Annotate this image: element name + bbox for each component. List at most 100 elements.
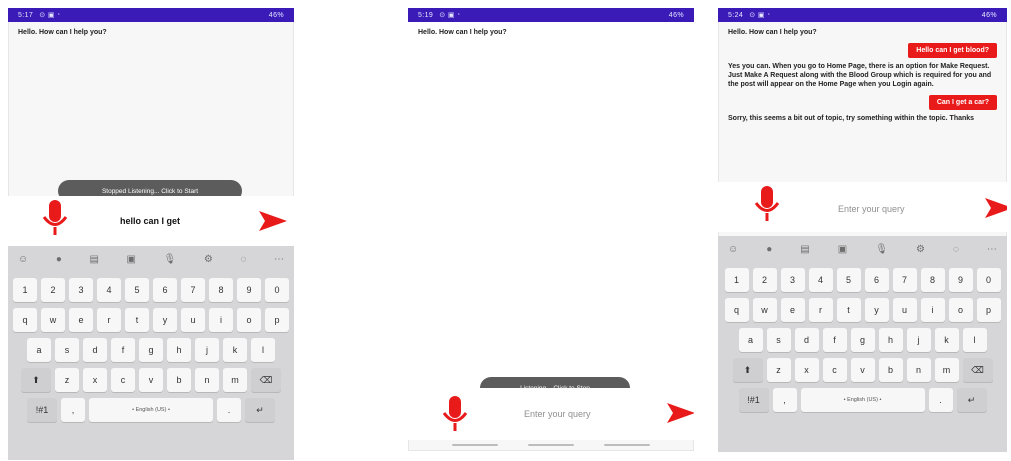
key-d[interactable]: d bbox=[794, 328, 819, 352]
mic-icon[interactable] bbox=[42, 200, 68, 238]
clipboard-icon[interactable]: ▣ bbox=[838, 244, 847, 255]
settings-icon[interactable]: ⚙ bbox=[916, 244, 925, 255]
key-e[interactable]: e bbox=[69, 308, 93, 332]
key-6[interactable]: 6 bbox=[153, 278, 177, 302]
key-v[interactable]: v bbox=[139, 368, 163, 392]
sticker-icon[interactable]: ● bbox=[766, 244, 772, 255]
key-s[interactable]: s bbox=[766, 328, 791, 352]
key-x[interactable]: x bbox=[794, 358, 819, 382]
key-n[interactable]: n bbox=[195, 368, 219, 392]
sticker-icon[interactable]: ● bbox=[56, 254, 62, 265]
key-3[interactable]: 3 bbox=[780, 268, 805, 292]
key-2[interactable]: 2 bbox=[41, 278, 65, 302]
key-f[interactable]: f bbox=[111, 338, 135, 362]
emoji-icon[interactable]: ☺ bbox=[18, 254, 28, 265]
key-t[interactable]: t bbox=[125, 308, 149, 332]
period-key[interactable]: . bbox=[217, 398, 241, 422]
key-y[interactable]: y bbox=[153, 308, 177, 332]
backspace-key[interactable]: ⌫ bbox=[962, 358, 993, 382]
send-icon[interactable] bbox=[666, 402, 694, 424]
key-0[interactable]: 0 bbox=[976, 268, 1001, 292]
key-g[interactable]: g bbox=[139, 338, 163, 362]
key-8[interactable]: 8 bbox=[209, 278, 233, 302]
key-p[interactable]: p bbox=[976, 298, 1001, 322]
voice-icon[interactable]: 🎙 bbox=[875, 244, 888, 255]
key-m[interactable]: m bbox=[934, 358, 959, 382]
key-c[interactable]: c bbox=[822, 358, 847, 382]
period-key[interactable]: . bbox=[928, 388, 953, 412]
key-j[interactable]: j bbox=[195, 338, 219, 362]
key-t[interactable]: t bbox=[836, 298, 861, 322]
key-h[interactable]: h bbox=[878, 328, 903, 352]
key-h[interactable]: h bbox=[167, 338, 191, 362]
key-w[interactable]: w bbox=[752, 298, 777, 322]
shift-key[interactable]: ⬆ bbox=[732, 358, 763, 382]
voice-icon[interactable]: 🎙 bbox=[164, 254, 177, 265]
key-c[interactable]: c bbox=[111, 368, 135, 392]
gif-icon[interactable]: ▤ bbox=[800, 244, 809, 255]
backspace-key[interactable]: ⌫ bbox=[251, 368, 281, 392]
key-o[interactable]: o bbox=[237, 308, 261, 332]
key-w[interactable]: w bbox=[41, 308, 65, 332]
key-g[interactable]: g bbox=[850, 328, 875, 352]
key-i[interactable]: i bbox=[920, 298, 945, 322]
key-a[interactable]: a bbox=[27, 338, 51, 362]
send-icon[interactable] bbox=[984, 197, 1007, 219]
symbols-key[interactable]: !#1 bbox=[27, 398, 57, 422]
key-m[interactable]: m bbox=[223, 368, 247, 392]
more-icon[interactable]: ⋯ bbox=[987, 244, 997, 255]
key-p[interactable]: p bbox=[265, 308, 289, 332]
query-input[interactable]: hello can I get bbox=[120, 216, 180, 226]
key-f[interactable]: f bbox=[822, 328, 847, 352]
key-9[interactable]: 9 bbox=[948, 268, 973, 292]
mic-icon[interactable] bbox=[754, 186, 780, 224]
translate-icon[interactable]: ◌ bbox=[953, 244, 959, 255]
comma-key[interactable]: , bbox=[772, 388, 797, 412]
key-5[interactable]: 5 bbox=[125, 278, 149, 302]
key-k[interactable]: k bbox=[223, 338, 247, 362]
key-v[interactable]: v bbox=[850, 358, 875, 382]
emoji-icon[interactable]: ☺ bbox=[728, 244, 738, 255]
key-r[interactable]: r bbox=[808, 298, 833, 322]
key-u[interactable]: u bbox=[892, 298, 917, 322]
key-z[interactable]: z bbox=[766, 358, 791, 382]
more-icon[interactable]: ⋯ bbox=[274, 254, 284, 265]
key-r[interactable]: r bbox=[97, 308, 121, 332]
key-q[interactable]: q bbox=[13, 308, 37, 332]
key-7[interactable]: 7 bbox=[892, 268, 917, 292]
mic-icon[interactable] bbox=[442, 396, 468, 434]
key-2[interactable]: 2 bbox=[752, 268, 777, 292]
key-b[interactable]: b bbox=[878, 358, 903, 382]
clipboard-icon[interactable]: ▣ bbox=[127, 254, 136, 265]
shift-key[interactable]: ⬆ bbox=[21, 368, 51, 392]
key-1[interactable]: 1 bbox=[724, 268, 749, 292]
key-b[interactable]: b bbox=[167, 368, 191, 392]
space-key[interactable]: • English (US) • bbox=[89, 398, 213, 422]
key-i[interactable]: i bbox=[209, 308, 233, 332]
query-input[interactable]: Enter your query bbox=[524, 409, 591, 419]
key-u[interactable]: u bbox=[181, 308, 205, 332]
key-1[interactable]: 1 bbox=[13, 278, 37, 302]
key-x[interactable]: x bbox=[83, 368, 107, 392]
key-4[interactable]: 4 bbox=[808, 268, 833, 292]
key-y[interactable]: y bbox=[864, 298, 889, 322]
key-j[interactable]: j bbox=[906, 328, 931, 352]
key-k[interactable]: k bbox=[934, 328, 959, 352]
nav-handle[interactable] bbox=[452, 444, 498, 446]
key-l[interactable]: l bbox=[962, 328, 987, 352]
send-icon[interactable] bbox=[258, 210, 288, 232]
key-q[interactable]: q bbox=[724, 298, 749, 322]
key-a[interactable]: a bbox=[738, 328, 763, 352]
enter-key[interactable]: ↵ bbox=[245, 398, 275, 422]
symbols-key[interactable]: !#1 bbox=[738, 388, 769, 412]
key-0[interactable]: 0 bbox=[265, 278, 289, 302]
key-8[interactable]: 8 bbox=[920, 268, 945, 292]
comma-key[interactable]: , bbox=[61, 398, 85, 422]
translate-icon[interactable]: ◌ bbox=[240, 254, 246, 265]
key-d[interactable]: d bbox=[83, 338, 107, 362]
key-4[interactable]: 4 bbox=[97, 278, 121, 302]
nav-handle[interactable] bbox=[604, 444, 650, 446]
key-6[interactable]: 6 bbox=[864, 268, 889, 292]
key-9[interactable]: 9 bbox=[237, 278, 261, 302]
key-5[interactable]: 5 bbox=[836, 268, 861, 292]
